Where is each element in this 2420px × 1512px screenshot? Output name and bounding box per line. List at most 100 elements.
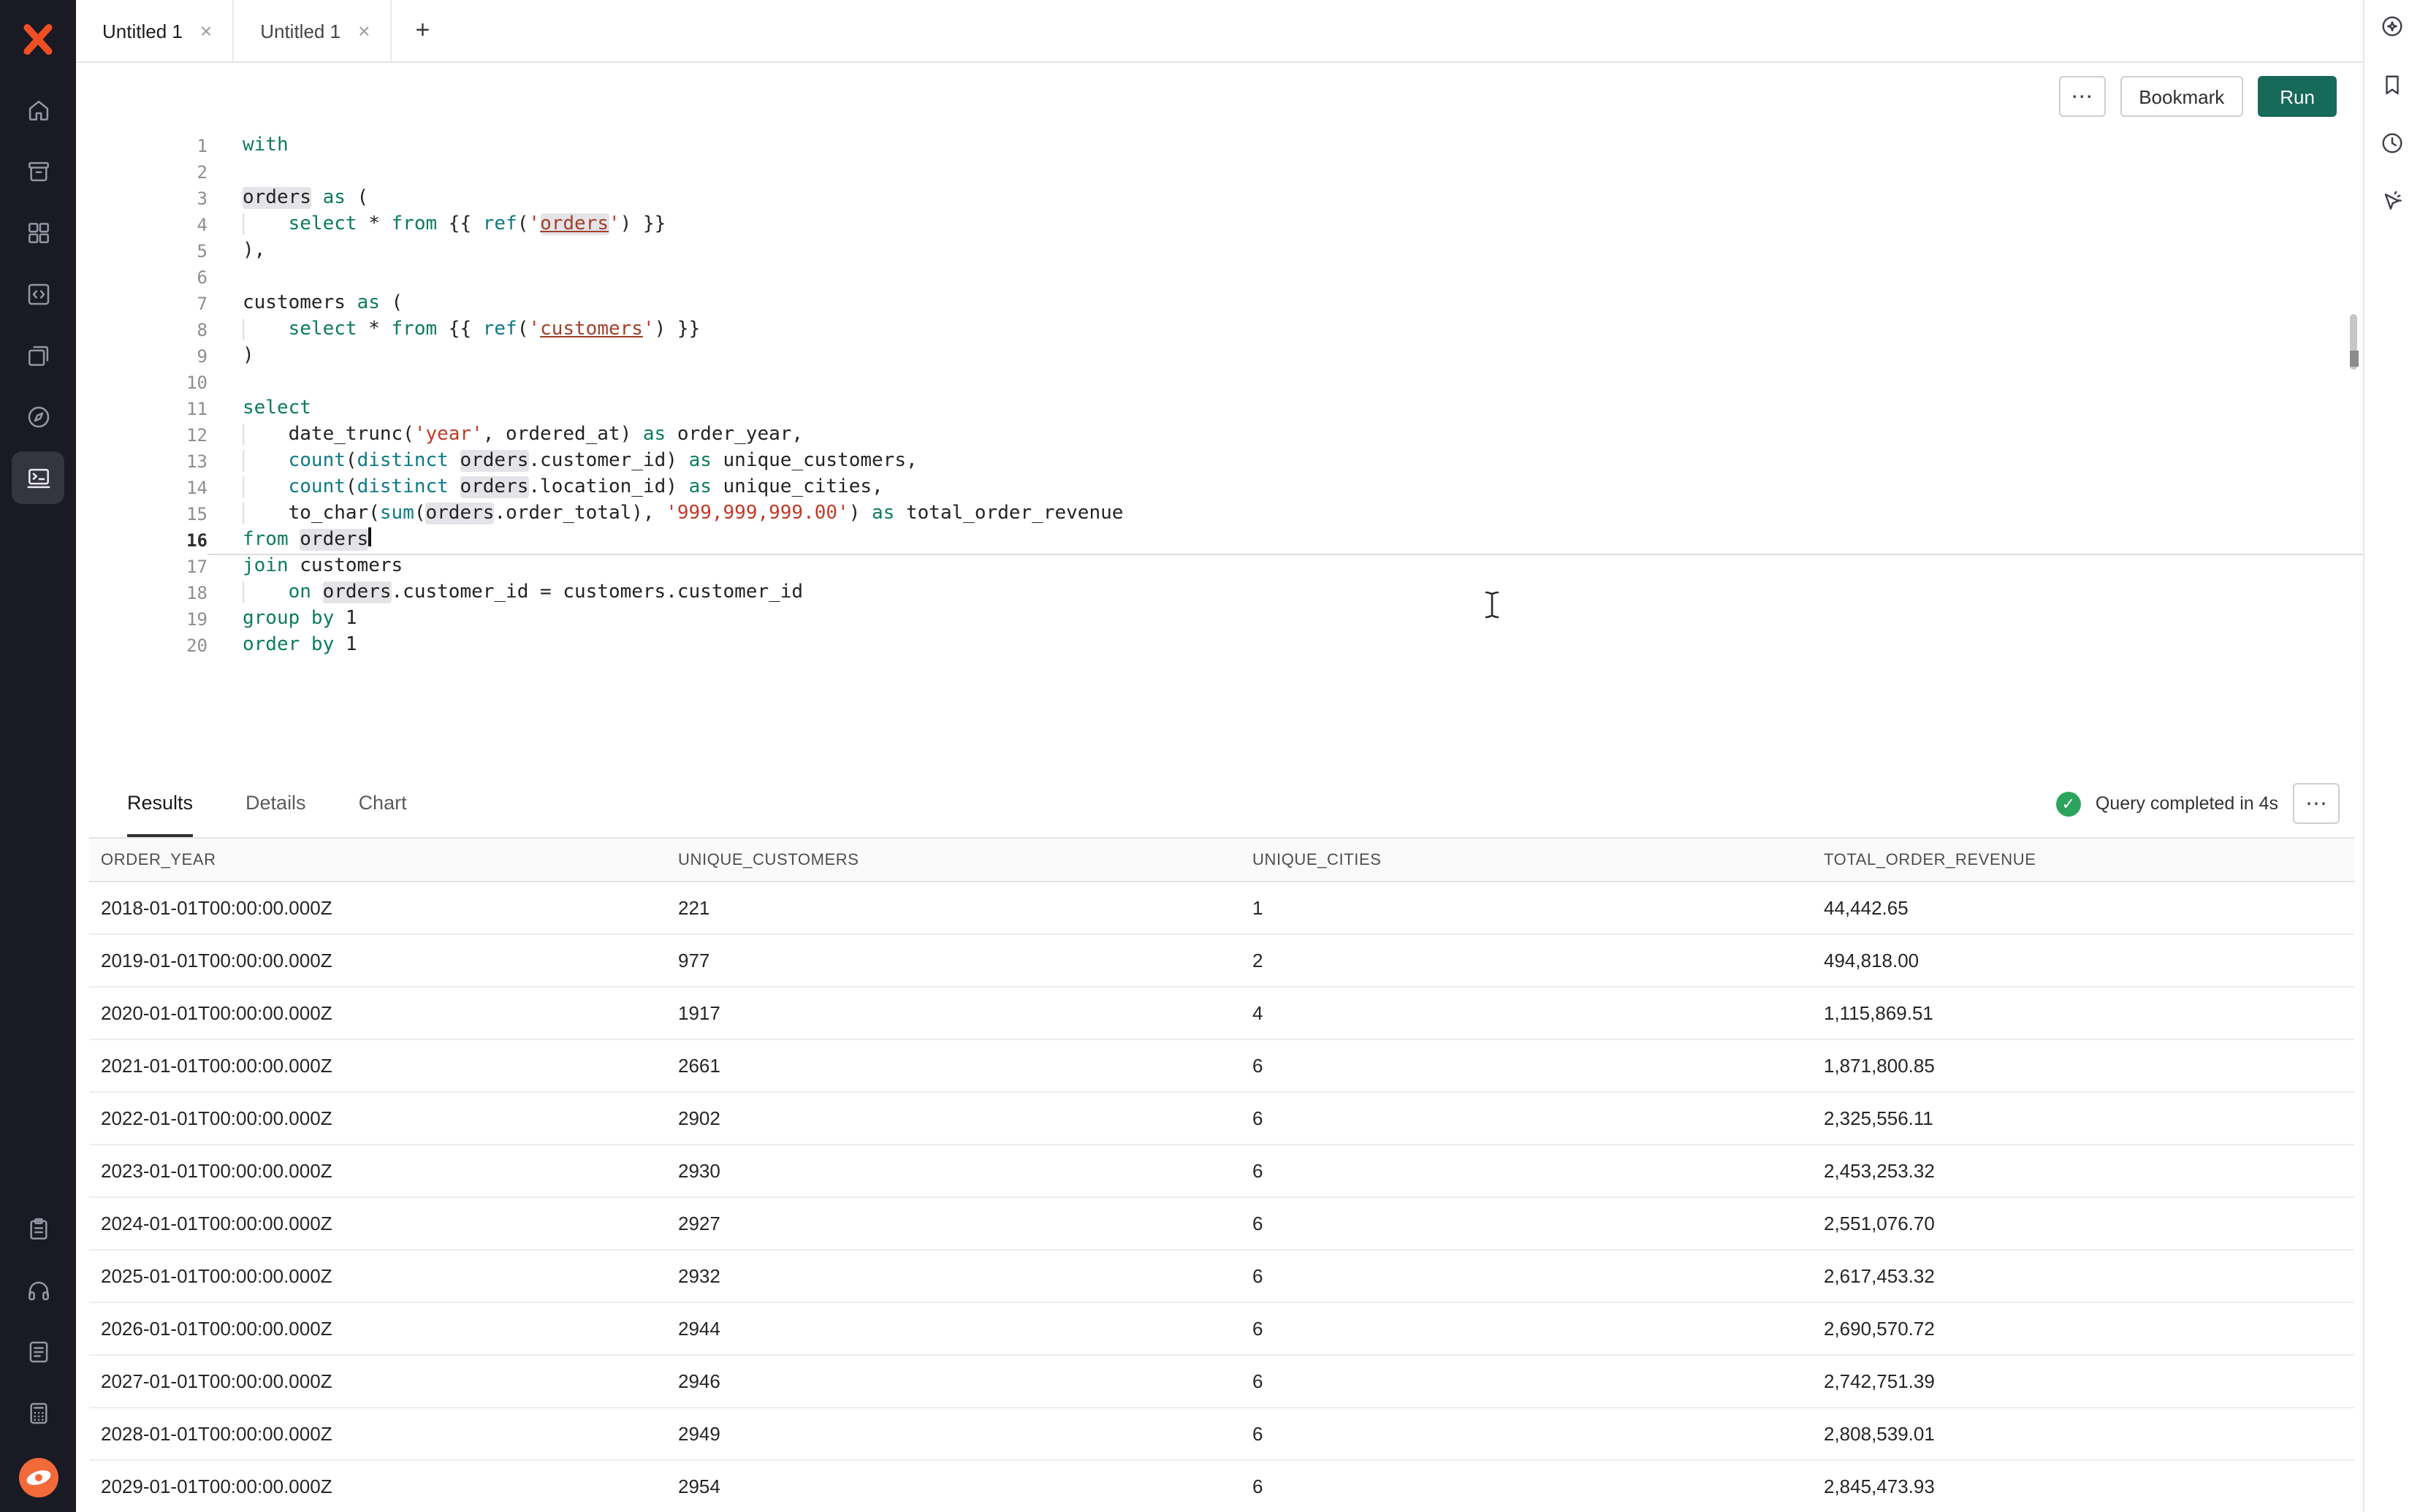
results-tab-details[interactable]: Details — [246, 770, 306, 837]
new-tab-button[interactable]: + — [392, 0, 453, 61]
code-token: order_year, — [666, 424, 803, 446]
code-line[interactable]: 14 count(distinct orders.location_id) as… — [76, 475, 2363, 501]
column-header[interactable]: UNIQUE_CITIES — [1241, 851, 1812, 868]
code-line[interactable]: 10 — [76, 370, 2363, 396]
code-token: ) — [849, 503, 872, 524]
code-line[interactable]: 15 to_char(sum(orders.order_total), '999… — [76, 501, 2363, 527]
results-more-button[interactable]: ⋯ — [2293, 783, 2340, 824]
code-line[interactable]: 13 count(distinct orders.customer_id) as… — [76, 448, 2363, 475]
sidebar-item-code-block[interactable] — [12, 267, 64, 320]
code-line[interactable]: 11select — [76, 396, 2363, 422]
line-number: 3 — [76, 186, 208, 212]
table-row[interactable]: 2028-01-01T00:00:00.000Z294962,808,539.0… — [89, 1408, 2354, 1461]
code-line[interactable]: 16from orders — [76, 527, 2363, 554]
code-line[interactable]: 9) — [76, 343, 2363, 370]
code-text: to_char(sum(orders.order_total), '999,99… — [208, 501, 2363, 527]
table-header-row: ORDER_YEARUNIQUE_CUSTOMERSUNIQUE_CITIEST… — [89, 837, 2354, 882]
sidebar-item-headphones[interactable] — [12, 1264, 64, 1316]
column-header[interactable]: ORDER_YEAR — [89, 851, 666, 868]
code-token: .customer_id = customers.customer_id — [392, 581, 804, 603]
table-cell: 2902 — [666, 1107, 1241, 1129]
code-token: {{ — [437, 318, 483, 340]
table-row[interactable]: 2023-01-01T00:00:00.000Z293062,453,253.3… — [89, 1145, 2354, 1198]
code-line[interactable]: 6 — [76, 264, 2363, 291]
code-token: 1 — [334, 608, 357, 630]
sidebar-item-home[interactable] — [12, 83, 64, 136]
sidebar-item-calculator[interactable] — [12, 1386, 64, 1439]
main-area: Untitled 1×Untitled 1× + ⋯ Bookmark Run … — [76, 0, 2363, 1512]
code-token: group by — [243, 608, 334, 630]
results-tab-results[interactable]: Results — [127, 770, 193, 837]
table-row[interactable]: 2021-01-01T00:00:00.000Z266161,871,800.8… — [89, 1040, 2354, 1093]
app-logo[interactable] — [19, 0, 57, 79]
tab-close-icon[interactable]: × — [200, 20, 212, 41]
sql-editor[interactable]: 1with23orders as (4 select * from {{ ref… — [76, 130, 2363, 770]
column-header[interactable]: TOTAL_ORDER_REVENUE — [1812, 851, 2354, 868]
column-header[interactable]: UNIQUE_CUSTOMERS — [666, 851, 1241, 868]
code-line[interactable]: 4 select * from {{ ref('orders') }} — [76, 212, 2363, 238]
panel-button-pointer[interactable] — [2375, 184, 2410, 219]
table-cell: 6 — [1241, 1318, 1812, 1340]
table-cell: 1917 — [666, 1002, 1241, 1024]
code-line[interactable]: 1with — [76, 133, 2363, 159]
bookmark-button[interactable]: Bookmark — [2120, 76, 2243, 117]
table-row[interactable]: 2029-01-01T00:00:00.000Z295462,845,473.9… — [89, 1461, 2354, 1512]
user-avatar[interactable] — [18, 1458, 58, 1497]
sidebar-item-journal[interactable] — [12, 1325, 64, 1378]
code-line[interactable]: 8 select * from {{ ref('customers') }} — [76, 317, 2363, 343]
sidebar-item-clipboard[interactable] — [12, 1202, 64, 1255]
panel-button-bookmark[interactable] — [2375, 67, 2410, 102]
sidebar-item-terminal[interactable] — [12, 451, 64, 504]
code-token: '999,999,999.00' — [666, 503, 848, 524]
table-row[interactable]: 2018-01-01T00:00:00.000Z221144,442.65 — [89, 882, 2354, 935]
table-cell: 6 — [1241, 1160, 1812, 1182]
code-line[interactable]: 19group by 1 — [76, 606, 2363, 633]
code-line[interactable]: 17join customers — [76, 554, 2363, 580]
code-line[interactable]: 12 date_trunc('year', ordered_at) as ord… — [76, 422, 2363, 448]
table-row[interactable]: 2020-01-01T00:00:00.000Z191741,115,869.5… — [89, 988, 2354, 1040]
table-row[interactable]: 2025-01-01T00:00:00.000Z293262,617,453.3… — [89, 1251, 2354, 1303]
code-line[interactable]: 18 on orders.customer_id = customers.cus… — [76, 580, 2363, 606]
results-panel: ResultsDetailsChart ✓ Query completed in… — [76, 770, 2363, 1512]
code-token: from — [392, 318, 438, 340]
more-options-button[interactable]: ⋯ — [2058, 76, 2105, 117]
code-line[interactable]: 20order by 1 — [76, 633, 2363, 659]
panel-button-history[interactable] — [2375, 126, 2410, 161]
line-number: 14 — [76, 475, 208, 501]
sidebar-item-grid[interactable] — [12, 206, 64, 259]
code-line[interactable]: 2 — [76, 159, 2363, 186]
line-number: 17 — [76, 554, 208, 580]
code-line[interactable]: 7customers as ( — [76, 291, 2363, 317]
code-line[interactable]: 5), — [76, 238, 2363, 264]
code-token: ' — [528, 318, 540, 340]
sidebar-item-compass[interactable] — [12, 390, 64, 443]
editor-tab[interactable]: Untitled 1× — [76, 0, 234, 61]
pointer-icon — [2379, 188, 2405, 215]
logo-x-icon — [19, 20, 57, 58]
code-text — [208, 159, 2363, 186]
table-row[interactable]: 2024-01-01T00:00:00.000Z292762,551,076.7… — [89, 1198, 2354, 1251]
line-number: 11 — [76, 396, 208, 422]
code-token — [243, 318, 289, 340]
code-token: ) — [243, 345, 254, 367]
results-tab-chart[interactable]: Chart — [359, 770, 407, 837]
line-number: 1 — [76, 133, 208, 159]
tab-close-icon[interactable]: × — [358, 20, 370, 41]
table-cell: 2024-01-01T00:00:00.000Z — [89, 1213, 666, 1234]
sidebar-item-windows[interactable] — [12, 329, 64, 381]
table-row[interactable]: 2019-01-01T00:00:00.000Z9772494,818.00 — [89, 935, 2354, 988]
code-token: as — [872, 503, 894, 524]
table-row[interactable]: 2026-01-01T00:00:00.000Z294462,690,570.7… — [89, 1303, 2354, 1356]
run-button[interactable]: Run — [2258, 76, 2337, 117]
editor-tab[interactable]: Untitled 1× — [234, 0, 392, 61]
table-row[interactable]: 2027-01-01T00:00:00.000Z294662,742,751.3… — [89, 1356, 2354, 1408]
line-number: 7 — [76, 291, 208, 317]
sidebar-item-archive[interactable] — [12, 145, 64, 197]
line-number: 4 — [76, 212, 208, 238]
results-table: ORDER_YEARUNIQUE_CUSTOMERSUNIQUE_CITIEST… — [89, 837, 2354, 1512]
table-row[interactable]: 2022-01-01T00:00:00.000Z290262,325,556.1… — [89, 1093, 2354, 1145]
panel-button-copilot[interactable] — [2375, 9, 2410, 44]
code-line[interactable]: 3orders as ( — [76, 186, 2363, 212]
code-token: orders — [426, 503, 495, 524]
code-token: select — [289, 318, 357, 340]
